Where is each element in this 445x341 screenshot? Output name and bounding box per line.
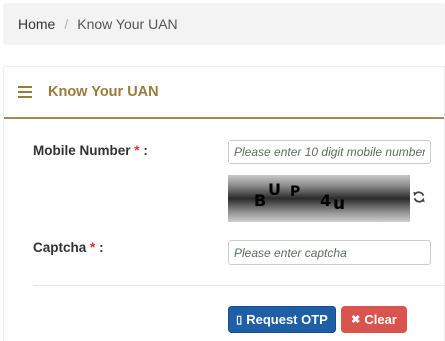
mobile-number-label-text: Mobile Number	[33, 143, 131, 158]
captcha-input[interactable]	[228, 240, 431, 265]
captcha-char: U	[268, 180, 281, 199]
times-icon: ✖	[351, 314, 361, 326]
required-mark: *	[134, 143, 140, 158]
captcha-char: B	[254, 191, 266, 210]
panel-header: Know Your UAN	[4, 67, 444, 119]
request-otp-label: Request OTP	[246, 312, 328, 327]
label-colon: :	[143, 143, 148, 158]
breadcrumb-current: Know Your UAN	[77, 16, 178, 32]
breadcrumb-home-link[interactable]: Home	[18, 16, 55, 32]
refresh-captcha-icon[interactable]	[412, 190, 426, 204]
captcha-characters: B U P 4 u	[254, 180, 345, 214]
captcha-char: u	[333, 194, 345, 214]
clear-label: Clear	[364, 312, 397, 327]
captcha-label-text: Captcha	[33, 240, 87, 255]
breadcrumb: Home / Know Your UAN	[3, 3, 445, 45]
captcha-image: B U P 4 u	[228, 175, 410, 222]
form-divider	[33, 285, 445, 286]
captcha-char: P	[290, 184, 300, 200]
mobile-number-input[interactable]	[228, 140, 431, 164]
captcha-char: 4	[320, 191, 331, 210]
mobile-icon: ▯	[236, 314, 243, 326]
mobile-number-label: Mobile Number * :	[33, 143, 148, 158]
label-colon: :	[99, 240, 104, 255]
panel-title: Know Your UAN	[48, 84, 159, 100]
menu-icon	[18, 86, 32, 98]
captcha-label: Captcha * :	[33, 240, 104, 255]
clear-button[interactable]: ✖ Clear	[341, 306, 407, 333]
breadcrumb-separator: /	[64, 16, 69, 32]
required-mark: *	[90, 240, 96, 255]
request-otp-button[interactable]: ▯ Request OTP	[228, 306, 336, 333]
